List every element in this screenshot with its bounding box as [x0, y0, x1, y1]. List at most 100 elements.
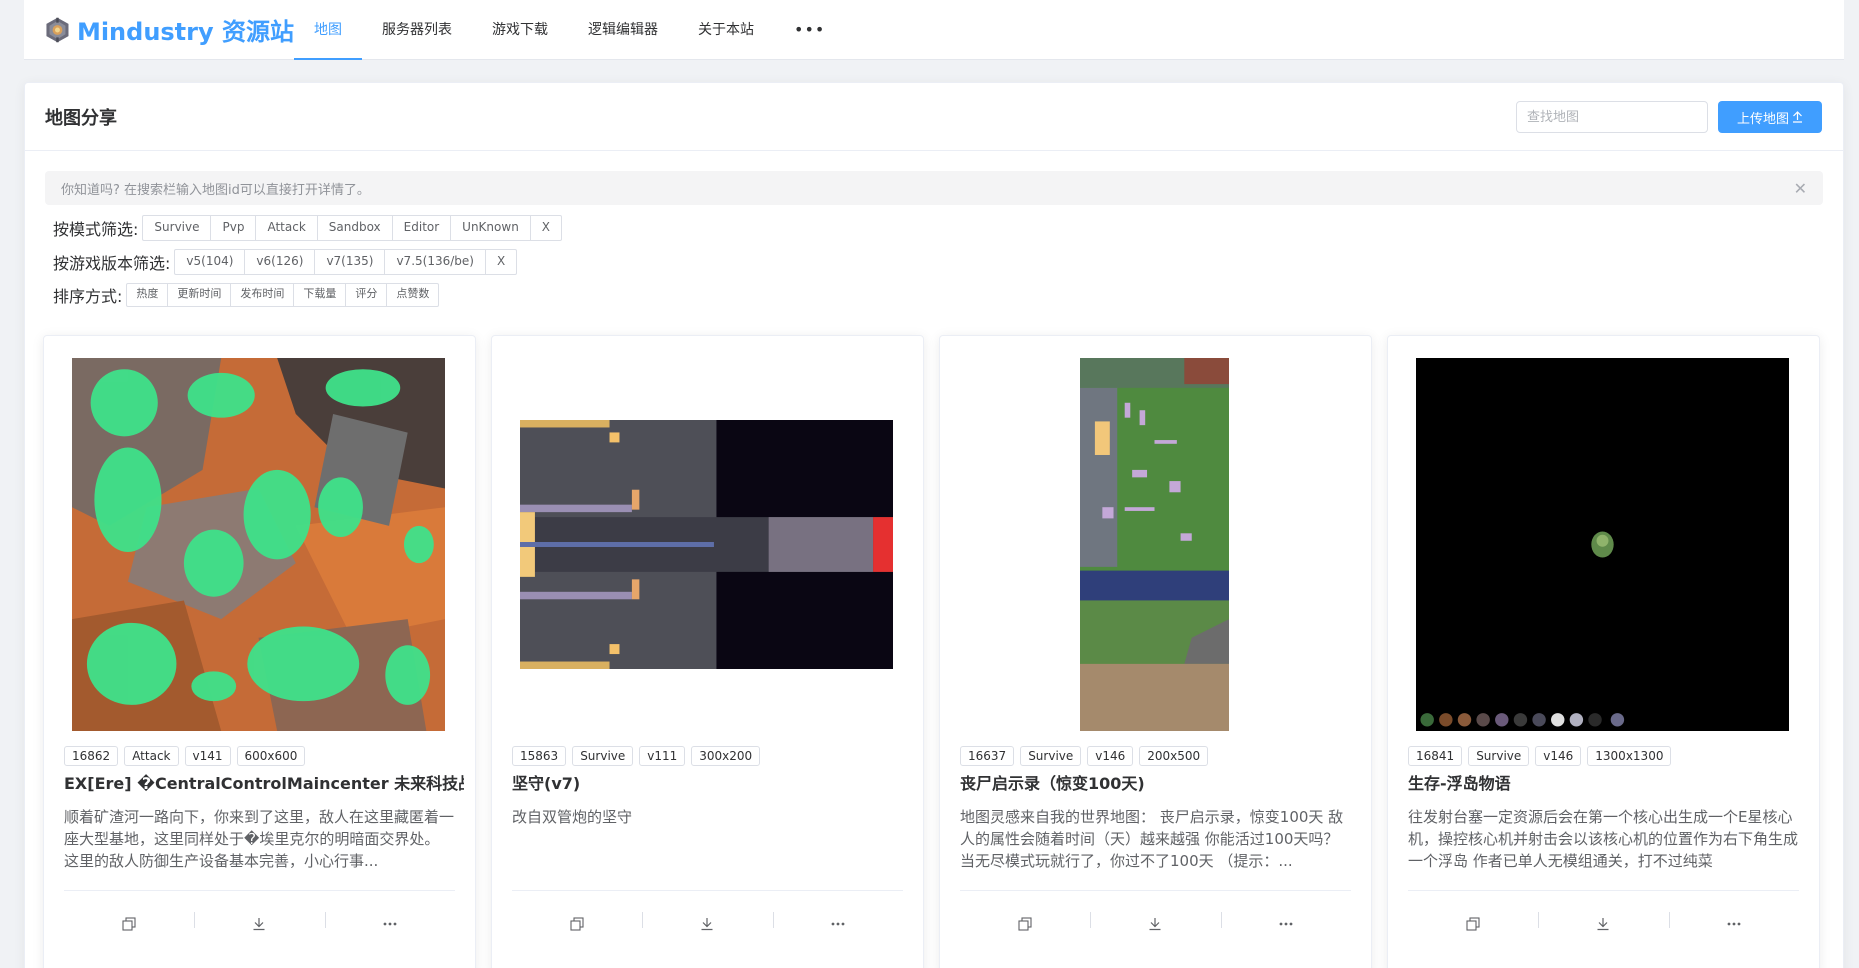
panel-header: 地图分享 上传地图 — [25, 83, 1843, 151]
copy-icon[interactable] — [960, 906, 1090, 942]
version-filter-group: v5(104) v6(126) v7(135) v7.5(136/be) X — [174, 249, 518, 275]
divider — [64, 890, 455, 891]
map-tags: 16841 Survive v146 1300x1300 — [1408, 746, 1672, 766]
nav-item-download[interactable]: 游戏下载 — [472, 0, 568, 60]
map-card[interactable]: 16841 Survive v146 1300x1300 生存-浮岛物语 往发射… — [1387, 335, 1820, 968]
map-card[interactable]: 16862 Attack v141 600x600 EX[Ere] �Centr… — [43, 335, 476, 968]
nav-item-maps[interactable]: 地图 — [294, 0, 362, 60]
copy-icon[interactable] — [512, 906, 642, 942]
version-option-v6[interactable]: v6(126) — [245, 250, 316, 274]
version-option-v7[interactable]: v7(135) — [315, 250, 386, 274]
card-actions — [1408, 906, 1799, 942]
sort-option-published[interactable]: 发布时间 — [231, 284, 295, 306]
sort-option-downloads[interactable]: 下载量 — [294, 284, 347, 306]
map-thumbnail[interactable] — [1416, 358, 1789, 731]
map-version-badge: v146 — [1535, 746, 1582, 766]
map-mode-badge: Attack — [124, 746, 179, 766]
download-icon[interactable] — [194, 906, 324, 942]
mode-option-clear[interactable]: X — [531, 216, 561, 240]
card-actions — [64, 906, 455, 942]
mode-option-sandbox[interactable]: Sandbox — [318, 216, 393, 240]
upload-icon — [1793, 111, 1802, 123]
close-icon[interactable]: ✕ — [1794, 179, 1807, 198]
more-icon[interactable] — [324, 906, 455, 942]
more-icon[interactable] — [772, 906, 903, 942]
map-tags: 16862 Attack v141 600x600 — [64, 746, 306, 766]
map-card[interactable]: 15863 Survive v111 300x200 坚守(v7) 改自双管炮的… — [491, 335, 924, 968]
upload-map-button[interactable]: 上传地图 — [1718, 101, 1822, 133]
mode-option-pvp[interactable]: Pvp — [211, 216, 257, 240]
sort-option-popularity[interactable]: 热度 — [127, 284, 169, 306]
map-id-badge: 15863 — [512, 746, 567, 766]
map-share-panel: 地图分享 上传地图 你知道吗? 在搜索栏输入地图id可以直接打开详情了。 ✕ 按… — [24, 82, 1844, 968]
copy-icon[interactable] — [64, 906, 194, 942]
sort-option-rating[interactable]: 评分 — [346, 284, 388, 306]
version-option-v5[interactable]: v5(104) — [175, 250, 246, 274]
sort-option-updated[interactable]: 更新时间 — [168, 284, 232, 306]
map-thumbnail[interactable] — [1080, 358, 1229, 731]
nav-item-about[interactable]: 关于本站 — [678, 0, 774, 60]
download-icon[interactable] — [1090, 906, 1220, 942]
map-thumbnail[interactable] — [520, 420, 893, 669]
version-option-clear[interactable]: X — [486, 250, 516, 274]
mode-option-survive[interactable]: Survive — [143, 216, 212, 240]
version-filter-label: 按游戏版本筛选: — [53, 254, 171, 273]
map-tags: 16637 Survive v146 200x500 — [960, 746, 1209, 766]
more-icon[interactable] — [1220, 906, 1351, 942]
map-description: 顺着矿渣河一路向下，你来到了这里，敌人在这里藏匿着一座大型基地，这里同样处于�埃… — [64, 808, 455, 870]
mode-option-unknown[interactable]: UnKnown — [451, 216, 531, 240]
map-title[interactable]: 生存-浮岛物语 — [1408, 770, 1808, 794]
map-description: 改自双管炮的坚守 — [512, 808, 633, 826]
map-size-badge: 300x200 — [691, 746, 761, 766]
version-filter: 按游戏版本筛选: v5(104) v6(126) v7(135) v7.5(13… — [53, 249, 518, 275]
sort-filter-label: 排序方式: — [53, 287, 123, 306]
map-preview-image — [1080, 358, 1229, 731]
map-card[interactable]: 16637 Survive v146 200x500 丧尸启示录（惊变100天)… — [939, 335, 1372, 968]
site-title: Mindustry 资源站 — [76, 18, 294, 46]
map-size-badge: 600x600 — [236, 746, 306, 766]
map-size-badge: 1300x1300 — [1587, 746, 1672, 766]
map-version-badge: v146 — [1087, 746, 1134, 766]
sort-filter: 排序方式: 热度 更新时间 发布时间 下载量 评分 点赞数 — [53, 283, 440, 307]
page-title: 地图分享 — [45, 107, 117, 129]
tip-text: 你知道吗? 在搜索栏输入地图id可以直接打开详情了。 — [61, 182, 370, 198]
divider — [512, 890, 903, 891]
mode-filter-label: 按模式筛选: — [53, 220, 139, 239]
map-mode-badge: Survive — [1020, 746, 1082, 766]
map-title[interactable]: EX[Ere] �CentralControlMaincenter 未来科技战役 — [64, 770, 464, 794]
upload-label: 上传地图 — [1736, 111, 1789, 127]
map-id-badge: 16637 — [960, 746, 1015, 766]
tip-alert: 你知道吗? 在搜索栏输入地图id可以直接打开详情了。 ✕ — [45, 171, 1823, 205]
version-option-v75[interactable]: v7.5(136/be) — [385, 250, 486, 274]
more-icon[interactable] — [1668, 906, 1799, 942]
download-icon[interactable] — [642, 906, 772, 942]
divider — [960, 890, 1351, 891]
nav-more-icon[interactable]: ••• — [774, 0, 845, 60]
divider — [1408, 890, 1799, 891]
download-icon[interactable] — [1538, 906, 1668, 942]
map-size-badge: 200x500 — [1139, 746, 1209, 766]
site-logo[interactable]: Mindustry 资源站 — [24, 8, 294, 52]
map-preview-image — [520, 420, 893, 669]
sort-option-likes[interactable]: 点赞数 — [387, 284, 438, 306]
map-description: 往发射台塞一定资源后会在第一个核心出生成一个E星核心机，操控核心机并射击会以该核… — [1408, 808, 1799, 870]
map-id-badge: 16862 — [64, 746, 119, 766]
mode-option-editor[interactable]: Editor — [393, 216, 452, 240]
map-version-badge: v111 — [639, 746, 686, 766]
nav-item-servers[interactable]: 服务器列表 — [362, 0, 472, 60]
map-thumbnail[interactable] — [72, 358, 445, 731]
mode-filter: 按模式筛选: Survive Pvp Attack Sandbox Editor… — [53, 215, 563, 241]
map-id-badge: 16841 — [1408, 746, 1463, 766]
mode-filter-group: Survive Pvp Attack Sandbox Editor UnKnow… — [142, 215, 563, 241]
nav-item-logic-editor[interactable]: 逻辑编辑器 — [568, 0, 678, 60]
map-mode-badge: Survive — [1468, 746, 1530, 766]
top-navbar: Mindustry 资源站 地图 服务器列表 游戏下载 逻辑编辑器 关于本站 •… — [24, 0, 1844, 60]
map-preview-image — [1416, 358, 1789, 731]
map-title[interactable]: 丧尸启示录（惊变100天) — [960, 770, 1360, 794]
search-input[interactable] — [1516, 101, 1708, 133]
mode-option-attack[interactable]: Attack — [256, 216, 318, 240]
card-actions — [512, 906, 903, 942]
card-actions — [960, 906, 1351, 942]
copy-icon[interactable] — [1408, 906, 1538, 942]
map-title[interactable]: 坚守(v7) — [512, 770, 912, 794]
